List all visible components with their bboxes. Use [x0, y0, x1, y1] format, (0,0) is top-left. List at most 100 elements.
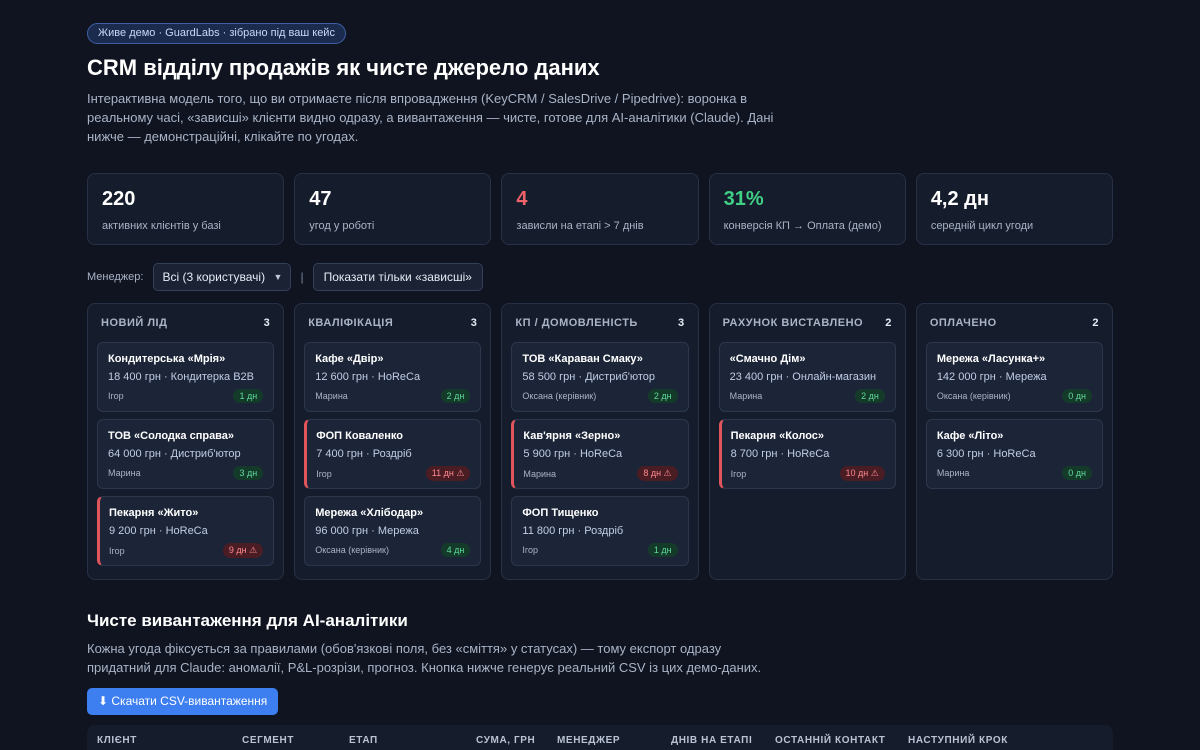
deal-name: Пекарня «Жито»	[109, 507, 199, 519]
deal-footer: Марина 3 дн	[108, 466, 264, 480]
column-header: КП / ДОМОВЛЕНІСТЬ 3	[511, 304, 688, 342]
deal-card[interactable]: Кафе «Двір» 12 600 грн · HoReCa Марина 2 дн	[304, 342, 482, 412]
days-badge: 0 дн	[1062, 466, 1093, 480]
stat-value: 47	[309, 188, 332, 210]
deal-footer: Ігор 9 дн ⚠	[109, 543, 264, 558]
deal-card[interactable]: Мережа «Ласунка+» 142 000 грн · Мережа Окс…	[925, 342, 1104, 412]
stat-value: 4	[516, 188, 528, 210]
days-badge: 1 дн	[233, 389, 264, 403]
deal-meta: 18 400 грн · Кондитерка B2B	[108, 371, 255, 383]
deal-manager: Оксана (керівник)	[522, 391, 597, 401]
deal-name: Мережа «Ласунка+»	[936, 353, 1046, 365]
page-title: CRM відділу продажів як чисте джерело да…	[87, 55, 600, 80]
days-badge: 9 дн ⚠	[222, 543, 264, 558]
manager-select[interactable]: Всі (3 користувачі) ▼	[153, 263, 292, 291]
deal-name: «Смачно Дім»	[729, 353, 806, 365]
deal-name: ФОП Тищенко	[522, 507, 599, 519]
pipeline-column: КВАЛІФІКАЦІЯ 3 Кафе «Двір» 12 600 грн · HoR…	[294, 303, 492, 580]
column-header: РАХУНОК ВИСТАВЛЕНО 2	[719, 304, 896, 342]
deal-card[interactable]: Пекарня «Жито» 9 200 грн · HoReCa Ігор 9 дн…	[97, 496, 275, 566]
column-title: КВАЛІФІКАЦІЯ	[308, 317, 394, 329]
deal-manager: Ігор	[109, 545, 125, 556]
column-header-next-step[interactable]: НАСТУПНИЙ КРОК	[908, 735, 1008, 746]
deal-manager: Оксана (керівник)	[936, 391, 1011, 401]
deal-manager: Ігор	[730, 468, 747, 479]
deal-card[interactable]: «Смачно Дім» 23 400 грн · Онлайн-магазин М…	[718, 342, 896, 412]
stat-value: 220	[102, 188, 136, 210]
deal-manager: Марина	[108, 468, 141, 478]
pipeline-column: ОПЛАЧЕНО 2 Мережа «Ласунка+» 142 000 грн · …	[915, 303, 1114, 580]
deal-footer: Марина 2 дн	[730, 389, 885, 403]
deal-footer: Ігор 10 дн ⚠	[731, 466, 885, 481]
column-header-manager[interactable]: МЕНЕДЖЕР	[557, 735, 620, 746]
deal-manager: Марина	[729, 391, 763, 401]
column-header-last-contact[interactable]: ОСТАННІЙ КОНТАКТ	[775, 735, 886, 746]
deal-meta: 142 000 грн · Мережа	[936, 371, 1047, 383]
stat-card-stuck: 4 зависли на етапі > 7 днів	[501, 173, 699, 245]
deal-card[interactable]: Кафе «Літо» 6 300 грн · HoReCa Марина 0 дн	[925, 419, 1104, 489]
stat-label: зависли на етапі > 7 днів	[516, 220, 644, 232]
deal-card[interactable]: ФОП Коваленко 7 400 грн · Роздріб Ігор 11 д…	[304, 419, 482, 489]
export-description: Кожна угода фіксується за правилами (обо…	[87, 641, 762, 675]
days-badge: 2 дн	[855, 389, 885, 403]
deal-card[interactable]: Кав'ярня «Зерно» 5 900 грн · HoReCa Марина…	[511, 419, 689, 489]
deal-name: ТОВ «Солодка справа»	[108, 430, 235, 442]
column-header: КВАЛІФІКАЦІЯ 3	[304, 304, 481, 342]
kanban-board: НОВИЙ ЛІД 3 Кондитерська «Мрія» 18 400 грн …	[87, 303, 1114, 580]
days-badge: 11 дн ⚠	[425, 466, 471, 481]
column-title: ОПЛАЧЕНО	[929, 317, 997, 329]
stat-card-conversion: 31% конверсія КП → Оплата (демо)	[708, 173, 906, 245]
deal-name: Пекарня «Колос»	[730, 430, 825, 442]
page-lead: Інтерактивна модель того, що ви отримаєт…	[87, 91, 774, 144]
column-header-client[interactable]: КЛІЄНТ	[97, 735, 137, 746]
column-count: 3	[470, 317, 478, 329]
pipeline-column: РАХУНОК ВИСТАВЛЕНО 2 «Смачно Дім» 23 400 гр…	[708, 303, 906, 580]
deal-name: ФОП Коваленко	[316, 430, 403, 442]
stat-card-deals: 47 угод у роботі	[294, 173, 492, 245]
stat-label: середній цикл угоди	[930, 220, 1034, 232]
deal-card[interactable]: Мережа «Хлібодар» 96 000 грн · Мережа Окса…	[304, 496, 482, 566]
deal-footer: Марина 0 дн	[936, 466, 1093, 480]
deal-card[interactable]: Пекарня «Колос» 8 700 грн · HoReCa Ігор 10 …	[718, 419, 896, 489]
filter-separator: |	[300, 270, 304, 284]
deal-card[interactable]: ТОВ «Солодка справа» 64 000 грн · Дистриб…	[97, 419, 275, 489]
column-header-segment[interactable]: СЕГМЕНТ	[242, 735, 294, 746]
deal-manager: Оксана (керівник)	[315, 545, 389, 555]
deal-manager: Марина	[936, 468, 970, 478]
deal-footer: Марина 8 дн ⚠	[523, 466, 678, 481]
deal-footer: Ігор 11 дн ⚠	[316, 466, 471, 481]
deal-footer: Ігор 1 дн	[522, 543, 678, 557]
deal-meta: 12 600 грн · HoReCa	[315, 371, 421, 383]
deal-footer: Оксана (керівник) 0 дн	[936, 389, 1093, 403]
days-badge: 2 дн	[647, 389, 678, 403]
days-badge: 0 дн	[1062, 389, 1093, 403]
column-count: 2	[885, 317, 892, 329]
deal-manager: Ігор	[522, 545, 539, 555]
deal-footer: Оксана (керівник) 4 дн	[315, 543, 471, 557]
pipeline-column: НОВИЙ ЛІД 3 Кондитерська «Мрія» 18 400 грн …	[87, 303, 285, 580]
deal-name: Кав'ярня «Зерно»	[523, 430, 621, 442]
download-csv-button[interactable]: ⬇ Скачати CSV-вивантаження	[87, 688, 279, 715]
days-badge: 8 дн ⚠	[637, 466, 678, 481]
deal-meta: 8 700 грн · HoReCa	[730, 448, 830, 460]
deal-manager: Марина	[315, 391, 348, 401]
column-count: 3	[263, 317, 271, 329]
deal-footer: Ігор 1 дн	[108, 389, 264, 403]
stats-row: 220 активних клієнтів у базі 47 угод у р…	[87, 173, 1114, 245]
column-header-days[interactable]: ДНІВ НА ЕТАПІ	[671, 735, 752, 746]
manager-select-value: Всі (3 користувачі)	[162, 270, 266, 284]
deal-name: Кафе «Двір»	[315, 353, 384, 365]
column-header-stage[interactable]: ЕТАП	[349, 735, 378, 746]
deal-card[interactable]: Кондитерська «Мрія» 18 400 грн · Кондитер…	[97, 342, 275, 412]
deal-name: Мережа «Хлібодар»	[315, 507, 424, 519]
days-badge: 4 дн	[440, 543, 471, 557]
column-header: НОВИЙ ЛІД 3	[97, 304, 274, 342]
show-stuck-button[interactable]: Показати тільки «зависші»	[312, 263, 483, 291]
pipeline-column: КП / ДОМОВЛЕНІСТЬ 3 ТОВ «Караван Смаку» 58 …	[501, 303, 699, 580]
column-header-amount[interactable]: СУМА, ГРН	[476, 735, 535, 746]
column-count: 3	[677, 317, 685, 329]
deal-card[interactable]: ТОВ «Караван Смаку» 58 500 грн · Дистриб'…	[511, 342, 689, 412]
stat-card-cycle: 4,2 дн середній цикл угоди	[915, 173, 1114, 245]
deal-card[interactable]: ФОП Тищенко 11 800 грн · Роздріб Ігор 1 дн	[511, 496, 689, 566]
deal-meta: 58 500 грн · Дистриб'ютор	[522, 371, 656, 383]
